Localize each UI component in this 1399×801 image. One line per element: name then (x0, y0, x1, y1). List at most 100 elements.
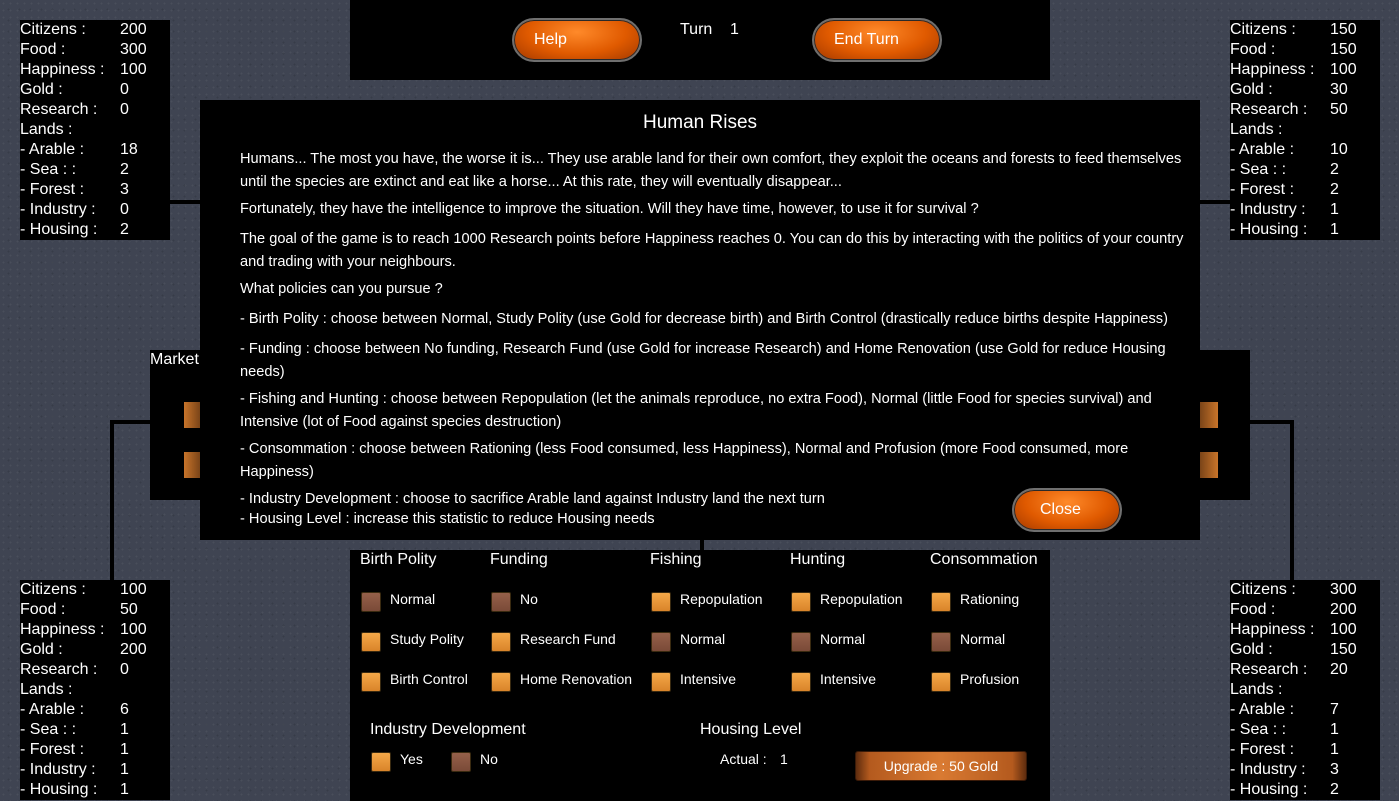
stat-row: Happiness :100 (1230, 621, 1357, 638)
stat-row: - Sea : :2 (20, 161, 129, 178)
consommation-profusion-checkbox[interactable] (931, 672, 951, 692)
consommation-normal-checkbox[interactable] (931, 632, 951, 652)
stats-panel-top-left: Citizens :200 Food :300 Happiness :100 G… (20, 20, 170, 240)
option-label: Research Fund (520, 631, 616, 647)
stat-row: - Housing :1 (20, 781, 129, 798)
option-label: Home Renovation (520, 671, 633, 687)
close-button[interactable]: Close (1012, 488, 1122, 532)
fishing-normal-checkbox[interactable] (651, 632, 671, 652)
stat-row: - Industry :3 (1230, 761, 1339, 778)
industry-yes-checkbox[interactable] (371, 752, 391, 772)
stat-row: - Arable :7 (1230, 701, 1339, 718)
stat-row: Gold :0 (20, 81, 129, 98)
option-label: Birth Control (390, 671, 468, 687)
industry-no-checkbox[interactable] (451, 752, 471, 772)
consommation-rationing-checkbox[interactable] (931, 592, 951, 612)
market-button[interactable] (184, 452, 200, 478)
market-button[interactable] (1200, 402, 1218, 428)
stat-row: - Sea : :1 (1230, 721, 1339, 738)
option-label: Normal (390, 591, 436, 607)
connector-line (1290, 420, 1294, 580)
funding-research-checkbox[interactable] (491, 632, 511, 652)
stat-row: Research :20 (1230, 661, 1348, 678)
stats-panel-bottom-right: Citizens :300 Food :200 Happiness :100 G… (1230, 580, 1380, 800)
stat-row: - Arable :6 (20, 701, 129, 718)
top-bar: Help Turn 1 End Turn (350, 0, 1050, 80)
help-button[interactable]: Help (512, 18, 642, 62)
modal-paragraph: - Funding : choose between No funding, R… (240, 341, 1166, 380)
option-label: Normal (820, 631, 866, 647)
stat-row: Citizens :300 (1230, 581, 1357, 598)
stat-row: Lands : (1230, 681, 1283, 698)
stat-row: - Industry :1 (1230, 201, 1339, 218)
option-label: Repopulation (680, 591, 763, 607)
option-label: Intensive (680, 671, 737, 687)
housing-actual-label: Actual : (720, 751, 767, 767)
fishing-repopulation-checkbox[interactable] (651, 592, 671, 612)
stat-row: Lands : (20, 681, 73, 698)
stat-row: - Industry :1 (20, 761, 129, 778)
upgrade-housing-button[interactable]: Upgrade : 50 Gold (855, 751, 1027, 781)
birth-study-polity-checkbox[interactable] (361, 632, 381, 652)
modal-paragraph: The goal of the game is to reach 1000 Re… (240, 231, 1184, 270)
hunting-repopulation-checkbox[interactable] (791, 592, 811, 612)
hunting-intensive-checkbox[interactable] (791, 672, 811, 692)
birth-control-checkbox[interactable] (361, 672, 381, 692)
hunting-normal-checkbox[interactable] (791, 632, 811, 652)
turn-label: Turn (680, 21, 713, 38)
housing-actual-value: 1 (780, 751, 788, 767)
stat-row: Happiness :100 (20, 61, 147, 78)
option-label: Normal (680, 631, 726, 647)
stats-panel-top-right: Citizens :150 Food :150 Happiness :100 G… (1230, 20, 1380, 240)
stat-row: Food :300 (20, 41, 147, 58)
modal-paragraph: - Fishing and Hunting : choose between R… (240, 391, 1152, 430)
stat-row: Citizens :100 (20, 581, 147, 598)
option-label: No (520, 591, 538, 607)
modal-paragraph: - Birth Polity : choose between Normal, … (240, 311, 1168, 327)
stat-row: Gold :200 (20, 641, 147, 658)
stat-row: Gold :150 (1230, 641, 1357, 658)
stats-panel-bottom-left: Citizens :100 Food :50 Happiness :100 Go… (20, 580, 170, 800)
stat-row: - Housing :2 (1230, 781, 1339, 798)
market-label: Market (150, 351, 199, 368)
funding-home-renovation-checkbox[interactable] (491, 672, 511, 692)
stat-row: - Sea : :2 (1230, 161, 1339, 178)
modal-paragraph: - Housing Level : increase this statisti… (240, 511, 655, 527)
birth-normal-checkbox[interactable] (361, 592, 381, 612)
option-label: Repopulation (820, 591, 903, 607)
stat-row: Food :150 (1230, 41, 1357, 58)
funding-title: Funding (490, 551, 548, 568)
stat-row: - Arable :18 (20, 141, 138, 158)
modal-paragraph: - Consommation : choose between Rationin… (240, 441, 1129, 480)
fishing-title: Fishing (650, 551, 702, 568)
stat-row: - Industry :0 (20, 201, 129, 218)
stat-row: Citizens :150 (1230, 21, 1357, 38)
option-label: Intensive (820, 671, 877, 687)
stat-row: - Forest :1 (1230, 741, 1339, 758)
option-label: Yes (400, 751, 423, 767)
stat-row: Research :0 (20, 661, 129, 678)
connector-line (1200, 200, 1230, 204)
stat-row: Lands : (1230, 121, 1283, 138)
stat-row: - Arable :10 (1230, 141, 1348, 158)
market-button[interactable] (184, 402, 200, 428)
stat-row: Gold :30 (1230, 81, 1348, 98)
stat-row: Research :0 (20, 101, 129, 118)
modal-paragraph: Fortunately, they have the intelligence … (240, 201, 979, 217)
funding-no-checkbox[interactable] (491, 592, 511, 612)
industry-development-title: Industry Development (370, 721, 526, 738)
option-label: Study Polity (390, 631, 464, 647)
fishing-intensive-checkbox[interactable] (651, 672, 671, 692)
connector-line (170, 200, 200, 204)
end-turn-button[interactable]: End Turn (812, 18, 942, 62)
stat-row: Research :50 (1230, 101, 1348, 118)
option-label: No (480, 751, 498, 767)
turn-value: 1 (730, 21, 739, 38)
stat-row: - Forest :2 (1230, 181, 1339, 198)
policies-panel: Birth Polity Funding Fishing Hunting Con… (350, 550, 1050, 801)
stat-row: Happiness :100 (1230, 61, 1357, 78)
modal-paragraph: What policies can you pursue ? (240, 281, 443, 297)
consommation-title: Consommation (930, 551, 1038, 568)
market-button[interactable] (1200, 452, 1218, 478)
birth-polity-title: Birth Polity (360, 551, 437, 568)
